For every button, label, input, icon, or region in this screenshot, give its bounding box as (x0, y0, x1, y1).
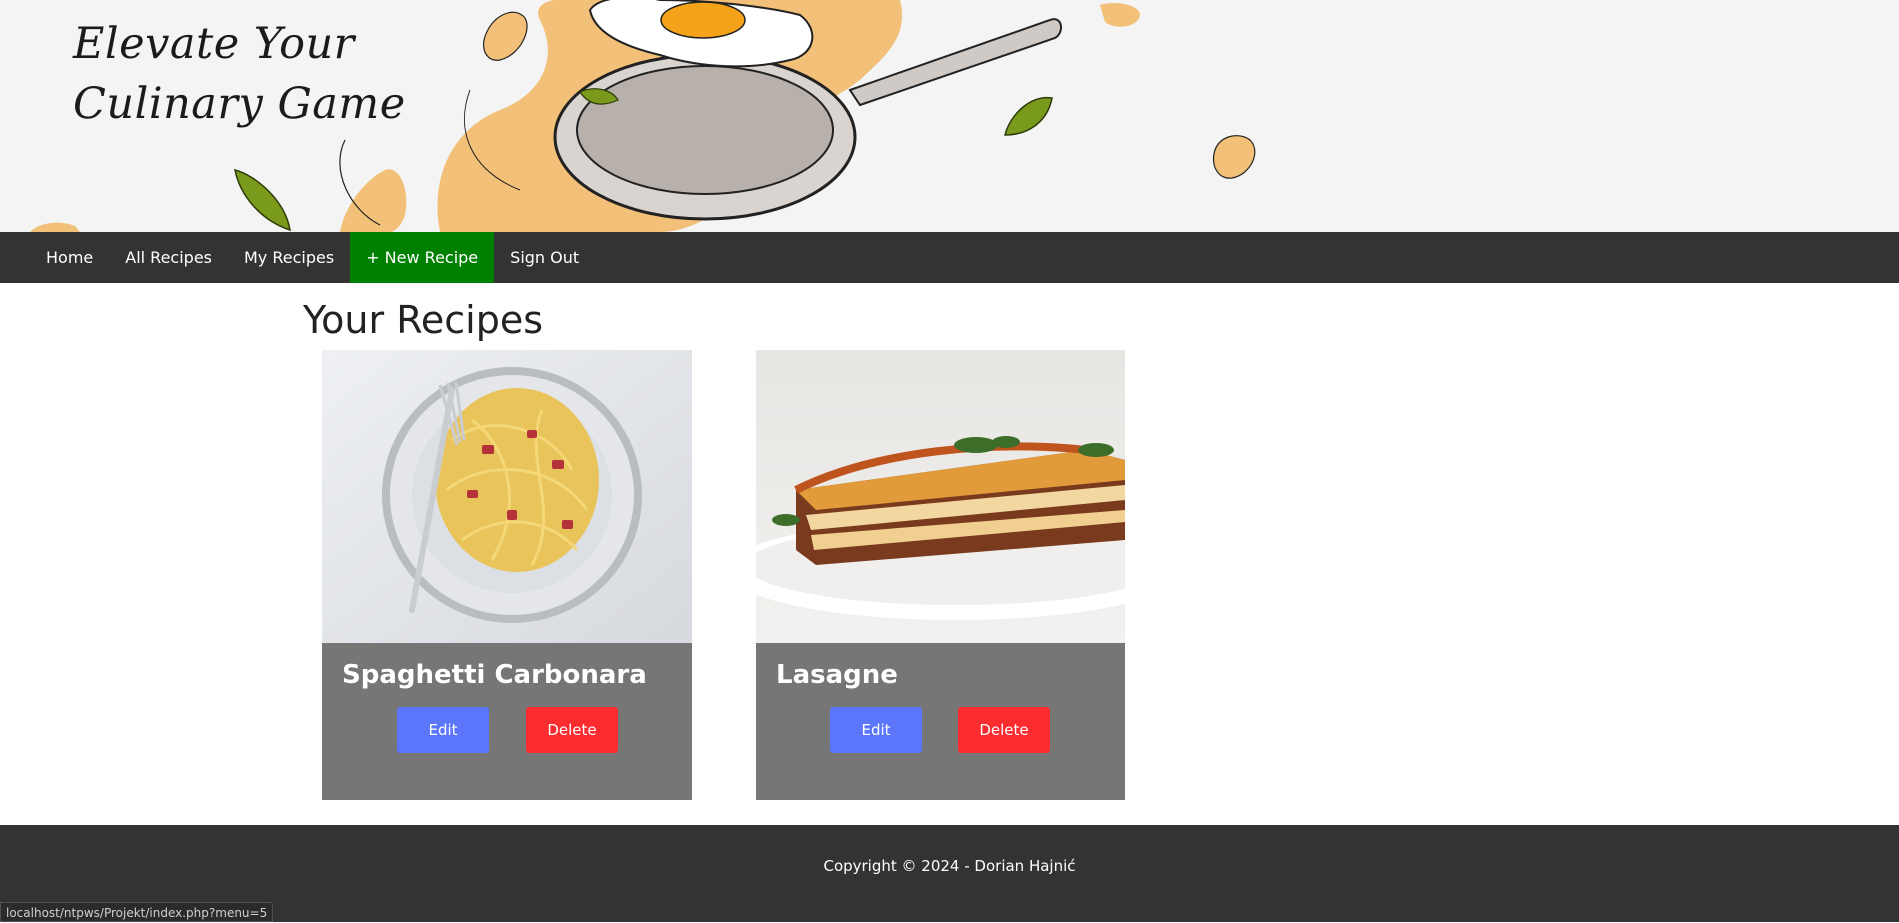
footer: Copyright © 2024 - Dorian Hajnić (0, 825, 1899, 922)
page-title: Your Recipes (303, 298, 544, 342)
delete-button[interactable]: Delete (958, 707, 1050, 753)
recipe-name: Lasagne (776, 660, 898, 690)
hero-title-line1: Elevate Your (73, 19, 355, 69)
main-navbar: Home All Recipes My Recipes + New Recipe… (0, 232, 1899, 283)
hero-title: Elevate Your Culinary Game (73, 14, 406, 134)
hero-title-line2: Culinary Game (73, 79, 406, 129)
copyright-text: Copyright © 2024 - Dorian Hajnić (823, 857, 1076, 875)
recipe-card: Lasagne Edit Delete (756, 350, 1125, 800)
edit-button[interactable]: Edit (830, 707, 922, 753)
edit-button[interactable]: Edit (397, 707, 489, 753)
recipe-image-spaghetti[interactable] (322, 350, 692, 643)
nav-new-recipe[interactable]: + New Recipe (350, 232, 495, 283)
nav-sign-out[interactable]: Sign Out (494, 232, 595, 283)
status-bar-url: localhost/ntpws/Projekt/index.php?menu=5 (0, 902, 274, 922)
nav-home[interactable]: Home (30, 232, 109, 283)
recipe-image-lasagne[interactable] (756, 350, 1125, 643)
recipe-name: Spaghetti Carbonara (342, 660, 647, 690)
recipe-card: Spaghetti Carbonara Edit Delete (322, 350, 692, 800)
nav-my-recipes[interactable]: My Recipes (228, 232, 350, 283)
delete-button[interactable]: Delete (526, 707, 618, 753)
nav-all-recipes[interactable]: All Recipes (109, 232, 228, 283)
hero-banner: Elevate Your Culinary Game (0, 0, 1899, 232)
